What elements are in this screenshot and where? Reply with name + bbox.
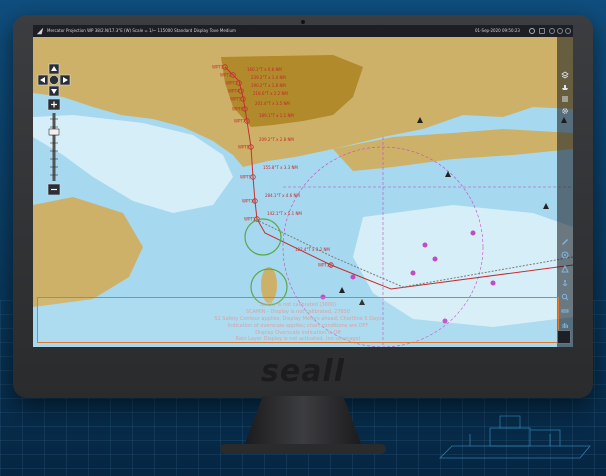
waypoint-label: WPT7 xyxy=(234,119,246,124)
route-leg-label: 239.2°T x 1.4 NM xyxy=(251,75,286,80)
app-logo-icon xyxy=(36,27,44,35)
route-leg-label: 190.2°T x 1.8 NM xyxy=(251,83,286,88)
waypoint-label: WPT1 xyxy=(212,65,224,70)
zoom-slider-thumb xyxy=(48,128,60,136)
info-line: SCAMIN - Display is not calibrated, 2785… xyxy=(245,309,351,315)
ship-wireframe-decoration xyxy=(439,415,591,459)
list-icon[interactable] xyxy=(561,95,569,103)
monitor-base xyxy=(220,444,386,454)
info-panel: Safety is not calibrated (3000) SCAMIN -… xyxy=(37,297,559,343)
monitor-stand xyxy=(244,396,362,446)
waypoint-icon[interactable] xyxy=(561,265,569,273)
waypoint-label: WPT5 xyxy=(230,97,242,102)
window-title: Mercator Projection WP 38/2.N/17.3°E (W)… xyxy=(47,28,236,33)
app-screen: Mercator Projection WP 38/2.N/17.3°E (W)… xyxy=(33,25,573,347)
title-bar: Mercator Projection WP 38/2.N/17.3°E (W)… xyxy=(33,25,573,37)
route-leg-label: 189.1°T x 1.1 NM xyxy=(259,113,294,118)
hand-icon[interactable] xyxy=(561,321,569,329)
mail-icon[interactable] xyxy=(539,28,545,34)
info-line: S1 Safety Contour applies; Display Meter… xyxy=(214,316,382,322)
waypoint-label: WPT6 xyxy=(232,107,244,112)
monitor-bezel: Mercator Projection WP 38/2.N/17.3°E (W)… xyxy=(13,15,593,398)
route-leg-label: 218.6°T x 2.2 NM xyxy=(253,91,288,96)
layers-icon[interactable] xyxy=(561,71,569,79)
route-leg-label: 155.8°T x 3.3 NM xyxy=(263,165,298,170)
route-leg-label: 201.4°T x 3.5 NM xyxy=(255,101,290,106)
cloud-icon[interactable] xyxy=(529,28,535,34)
route-leg-label: 122.4°T x 3.2 NM xyxy=(295,247,330,252)
route-leg-label: 284.1°T x 4.6 NM xyxy=(265,193,300,198)
info-line: Rain Layer Display is not activated, (no… xyxy=(235,336,361,342)
waypoint-label: WPT8 xyxy=(238,145,250,150)
close-icon[interactable] xyxy=(565,28,571,34)
ship-icon[interactable] xyxy=(561,83,569,91)
waypoint-label: WPT2 xyxy=(220,73,232,78)
search-icon[interactable] xyxy=(561,293,569,301)
route-leg-label: 209.2°T x 2.8 NM xyxy=(259,137,294,142)
route-leg-label: 142.1°T x 5.1 NM xyxy=(267,211,302,216)
waypoint-label: WPT3 xyxy=(226,81,238,86)
minimize-icon[interactable] xyxy=(549,28,555,34)
webcam-icon xyxy=(301,20,305,24)
waypoint-label: WPT9 xyxy=(240,175,252,180)
datetime-display: 01-Sep-2020 09:50:23 xyxy=(475,28,520,33)
zoom-control[interactable] xyxy=(47,98,61,196)
info-line: Indication of overscale applies; chart c… xyxy=(227,323,369,329)
maximize-icon[interactable] xyxy=(557,28,563,34)
pen-icon[interactable] xyxy=(561,237,569,245)
waypoint-label: WPT12 xyxy=(318,263,332,268)
resize-handle[interactable] xyxy=(557,330,571,344)
info-line: Safety is not calibrated (3000) xyxy=(259,302,337,308)
anchor-icon[interactable] xyxy=(561,279,569,287)
target-icon[interactable] xyxy=(561,251,569,259)
gear-icon[interactable] xyxy=(561,107,569,115)
right-toolbar xyxy=(557,37,573,347)
pan-arrows-icon[interactable] xyxy=(37,63,71,97)
waypoint-label: WPT10 xyxy=(242,199,256,204)
ruler-icon[interactable] xyxy=(561,307,569,315)
brand-logo: seall xyxy=(260,354,345,389)
waypoint-label: WPT4 xyxy=(228,89,240,94)
route-leg-label: 160.1°T x 0.8 NM xyxy=(247,67,282,72)
